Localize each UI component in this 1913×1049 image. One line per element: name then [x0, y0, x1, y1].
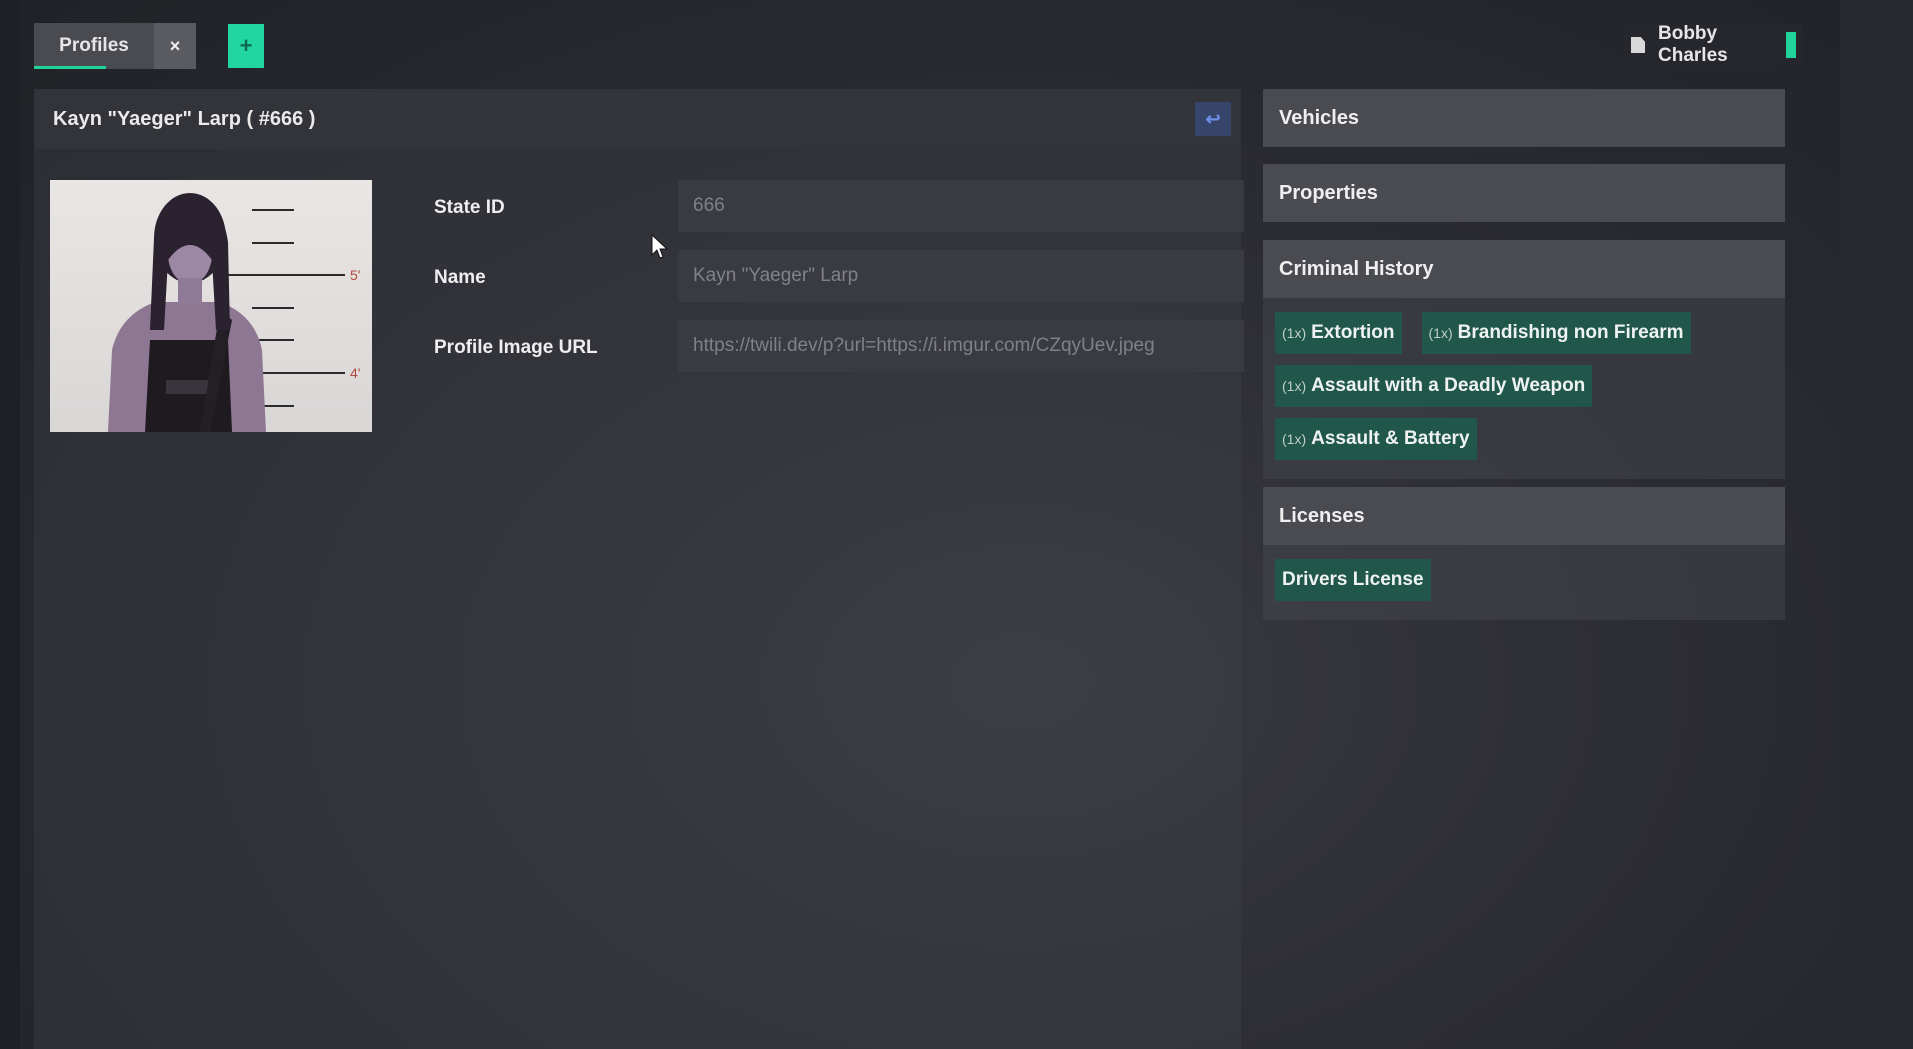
back-button[interactable]: ↩: [1195, 102, 1231, 136]
profile-header: Kayn "Yaeger" Larp ( #666 ) ↩: [34, 89, 1241, 149]
avatar: [1628, 34, 1650, 56]
criminal-history-card: Criminal History (1x) Extortion (1x) Bra…: [1263, 240, 1785, 479]
tab-active-indicator: [34, 66, 106, 69]
user-status-indicator: [1786, 32, 1796, 58]
add-tab-button[interactable]: +: [228, 24, 264, 68]
state-id-value: 666: [693, 195, 725, 216]
user-name: Bobby Charles: [1658, 23, 1728, 66]
name-value: Kayn "Yaeger" Larp: [693, 265, 859, 286]
charge-tag[interactable]: (1x) Brandishing non Firearm: [1421, 312, 1691, 354]
vehicles-title: Vehicles: [1279, 106, 1360, 129]
criminal-history-header[interactable]: Criminal History: [1263, 240, 1785, 298]
tab-close-button[interactable]: ×: [154, 23, 196, 69]
charge-name: Brandishing non Firearm: [1457, 322, 1684, 343]
charge-tag[interactable]: (1x) Assault with a Deadly Weapon: [1275, 365, 1593, 407]
state-id-field[interactable]: 666: [678, 180, 1244, 232]
height-mark-5: 5': [350, 267, 360, 283]
profile-panel: Kayn "Yaeger" Larp ( #666 ) ↩ 5' 4' Stat…: [34, 89, 1244, 1049]
charge-count: (1x): [1282, 378, 1307, 394]
tab-profiles[interactable]: Profiles ×: [34, 23, 196, 69]
vehicles-header[interactable]: Vehicles: [1263, 89, 1785, 147]
profile-image-url-value: https://twili.dev/p?url=https://i.imgur.…: [693, 335, 1155, 356]
state-id-label: State ID: [434, 197, 505, 218]
charge-count: (1x): [1282, 431, 1307, 447]
licenses-list: Drivers License: [1263, 545, 1785, 620]
properties-title: Properties: [1279, 181, 1378, 204]
profile-image-url-label: Profile Image URL: [434, 337, 598, 358]
charge-name: Extortion: [1311, 322, 1395, 343]
tab-profiles-label: Profiles: [59, 35, 129, 56]
charge-count: (1x): [1428, 325, 1453, 341]
charge-name: Assault with a Deadly Weapon: [1311, 375, 1586, 396]
mouse-cursor-icon: [651, 234, 669, 259]
licenses-header[interactable]: Licenses: [1263, 487, 1785, 545]
user-badge[interactable]: Bobby Charles: [1624, 23, 1802, 66]
licenses-title: Licenses: [1279, 504, 1365, 527]
name-label: Name: [434, 267, 486, 288]
charges-list: (1x) Extortion (1x) Brandishing non Fire…: [1263, 298, 1785, 479]
profile-image-url-field[interactable]: https://twili.dev/p?url=https://i.imgur.…: [678, 320, 1244, 372]
mugshot-image: 5' 4': [50, 180, 372, 432]
height-mark-4: 4': [350, 365, 360, 381]
charge-count: (1x): [1282, 325, 1307, 341]
charge-name: Assault & Battery: [1311, 428, 1470, 449]
properties-card[interactable]: Properties: [1263, 164, 1785, 222]
name-field[interactable]: Kayn "Yaeger" Larp: [678, 250, 1244, 302]
charge-tag[interactable]: (1x) Extortion: [1275, 312, 1402, 354]
window-edge: [1840, 0, 1913, 1049]
licenses-card: Licenses Drivers License: [1263, 487, 1785, 620]
vehicles-card[interactable]: Vehicles: [1263, 89, 1785, 147]
license-tag[interactable]: Drivers License: [1275, 559, 1431, 601]
undo-arrow-icon: ↩: [1205, 108, 1221, 129]
page-title: Kayn "Yaeger" Larp ( #666 ): [53, 107, 316, 130]
charge-tag[interactable]: (1x) Assault & Battery: [1275, 418, 1477, 460]
properties-header[interactable]: Properties: [1263, 164, 1785, 222]
criminal-history-title: Criminal History: [1279, 257, 1434, 280]
